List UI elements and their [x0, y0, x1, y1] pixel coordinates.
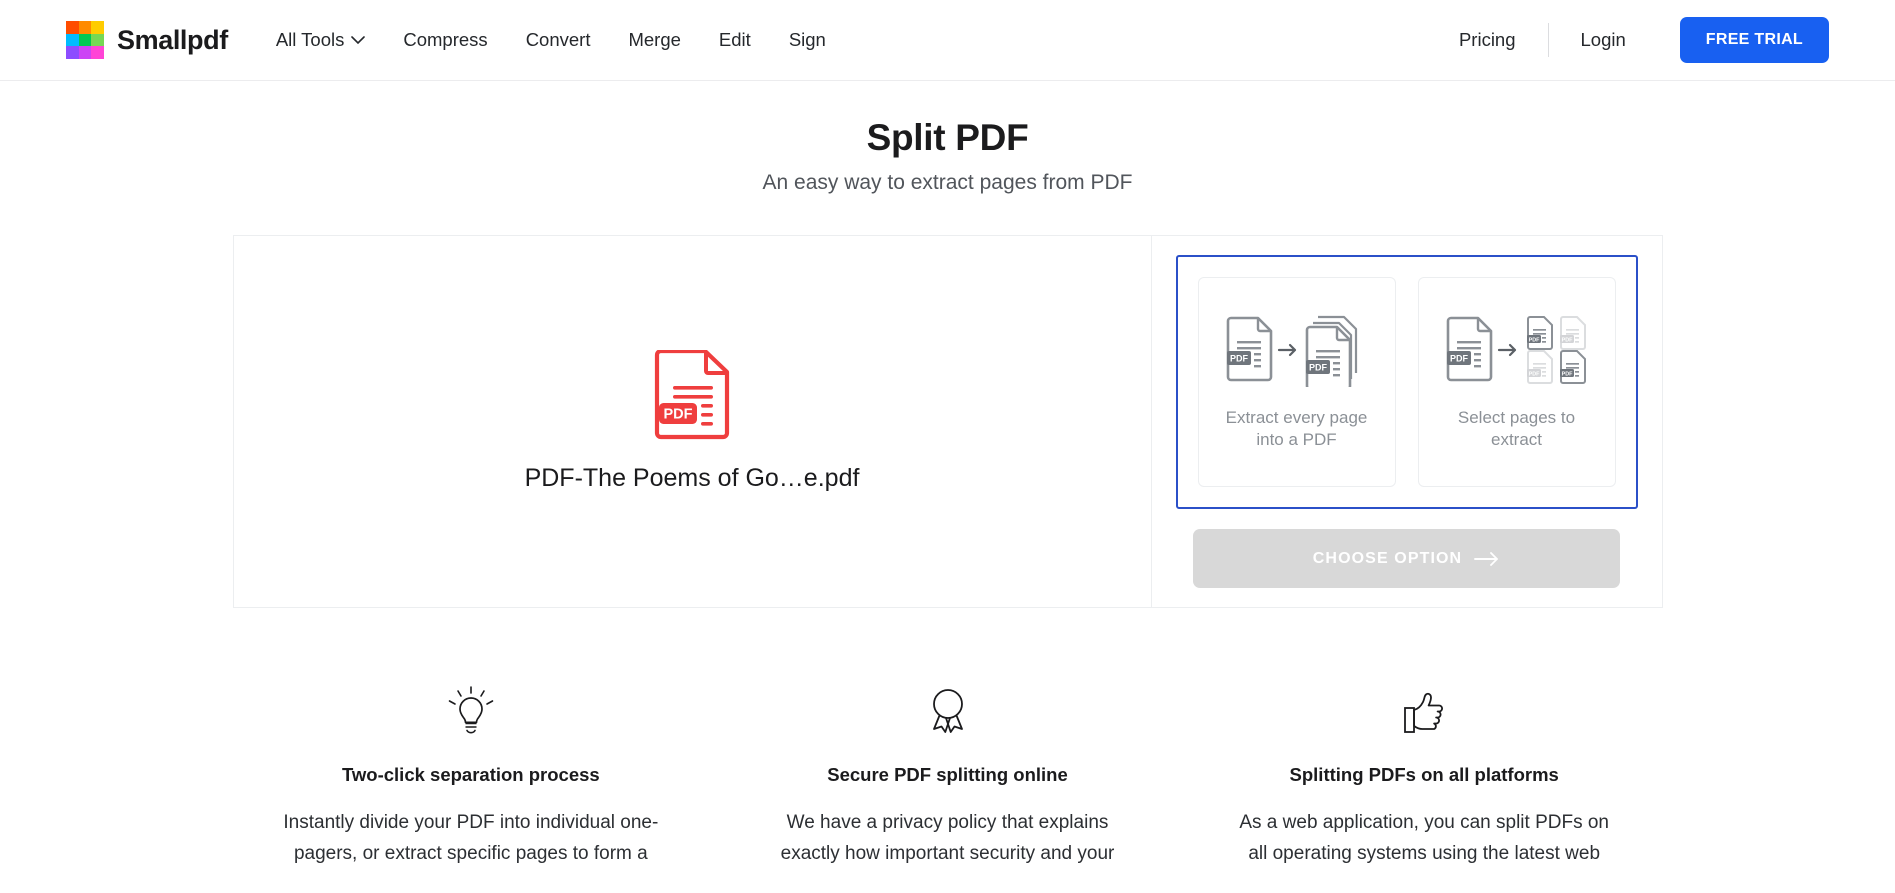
- logo-cell-7: [66, 46, 79, 59]
- nav-item-edit[interactable]: Edit: [719, 29, 751, 51]
- options-selection-box: PDF PDF Extract every page into a PDF PD…: [1175, 255, 1638, 509]
- logo-cell-1: [66, 21, 79, 34]
- feature-title: Two-click separation process: [341, 764, 600, 785]
- feature-secure-splitting: Secure PDF splitting online We have a pr…: [709, 684, 1186, 870]
- nav-label-compress: Compress: [403, 29, 488, 50]
- login-link[interactable]: Login: [1549, 29, 1658, 51]
- file-name-label: PDF-The Poems of Go…e.pdf: [524, 464, 860, 492]
- logo-cell-8: [78, 46, 92, 59]
- svg-text:PDF: PDF: [1230, 354, 1249, 364]
- chevron-down-icon: [351, 35, 366, 44]
- feature-description: Instantly divide your PDF into individua…: [283, 812, 659, 864]
- nav-item-convert[interactable]: Convert: [526, 29, 591, 51]
- page-title: Split PDF: [866, 117, 1029, 158]
- logo-cell-2: [78, 21, 92, 34]
- feature-description: We have a privacy policy that explains e…: [780, 812, 1115, 864]
- nav-label-all-tools: All Tools: [275, 29, 345, 50]
- svg-text:PDF: PDF: [1561, 338, 1572, 344]
- nav-item-all-tools[interactable]: All Tools: [276, 29, 366, 51]
- features-section: Two-click separation process Instantly d…: [233, 684, 1663, 870]
- pdf-file-icon: PDF: [654, 350, 730, 440]
- svg-text:PDF: PDF: [664, 407, 693, 423]
- option-extract-every-page[interactable]: PDF PDF Extract every page into a PDF: [1197, 277, 1396, 487]
- svg-text:PDF: PDF: [1528, 338, 1539, 344]
- nav-label-edit: Edit: [718, 29, 751, 50]
- logo-cell-3: [91, 21, 104, 34]
- feature-two-click-separation: Two-click separation process Instantly d…: [233, 684, 710, 870]
- smallpdf-logo-icon: [66, 21, 104, 59]
- brand-name: Smallpdf: [117, 24, 228, 55]
- main-navigation: All Tools Compress Convert Merge Edit Si…: [276, 29, 826, 51]
- pricing-link[interactable]: Pricing: [1427, 29, 1548, 51]
- nav-item-sign[interactable]: Sign: [789, 29, 826, 51]
- split-pdf-tool-card: PDF PDF-The Poems of Go…e.pdf PDF PDF Ex…: [232, 235, 1663, 608]
- feature-all-platforms: Splitting PDFs on all platforms As a web…: [1186, 684, 1663, 870]
- arrow-right-icon: [1474, 551, 1499, 566]
- nav-item-compress[interactable]: Compress: [403, 29, 487, 51]
- select-pages-icon: PDF PDF PDF PDF PDF: [1443, 313, 1591, 389]
- thumbs-up-icon: [1397, 684, 1451, 738]
- feature-title: Secure PDF splitting online: [827, 764, 1068, 785]
- nav-item-merge[interactable]: Merge: [628, 29, 680, 51]
- logo-cell-9: [91, 46, 104, 59]
- lightbulb-icon: [444, 684, 498, 738]
- svg-text:PDF: PDF: [1309, 363, 1328, 373]
- logo-cell-6: [91, 33, 104, 47]
- file-preview-panel: PDF PDF-The Poems of Go…e.pdf: [234, 236, 1152, 607]
- svg-text:PDF: PDF: [1528, 372, 1539, 378]
- logo-cell-5: [78, 33, 92, 47]
- nav-label-sign: Sign: [788, 29, 826, 50]
- header-actions: Pricing Login FREE TRIAL: [1427, 17, 1829, 63]
- nav-label-merge: Merge: [628, 29, 681, 50]
- choose-option-button[interactable]: CHOOSE OPTION: [1193, 529, 1620, 588]
- option-label-select-pages: Select pages to extract: [1457, 408, 1576, 449]
- split-options-panel: PDF PDF Extract every page into a PDF PD…: [1152, 236, 1662, 607]
- feature-title: Splitting PDFs on all platforms: [1289, 764, 1559, 785]
- option-select-pages[interactable]: PDF PDF PDF PDF PDF Select pages to extr…: [1417, 277, 1616, 487]
- brand-logo-link[interactable]: Smallpdf: [66, 21, 228, 59]
- page-subtitle: An easy way to extract pages from PDF: [762, 171, 1133, 194]
- award-ribbon-icon: [921, 684, 975, 738]
- option-label-extract-every-page: Extract every page into a PDF: [1225, 408, 1368, 449]
- logo-cell-4: [66, 33, 79, 47]
- svg-text:PDF: PDF: [1450, 354, 1469, 364]
- choose-option-label: CHOOSE OPTION: [1312, 549, 1463, 567]
- extract-every-page-icon: PDF PDF: [1223, 313, 1371, 389]
- feature-description: As a web application, you can split PDFs…: [1239, 812, 1609, 864]
- svg-text:PDF: PDF: [1561, 372, 1572, 378]
- nav-label-convert: Convert: [525, 29, 591, 50]
- free-trial-button[interactable]: FREE TRIAL: [1679, 17, 1829, 63]
- site-header: Smallpdf All Tools Compress Convert Merg…: [0, 0, 1895, 81]
